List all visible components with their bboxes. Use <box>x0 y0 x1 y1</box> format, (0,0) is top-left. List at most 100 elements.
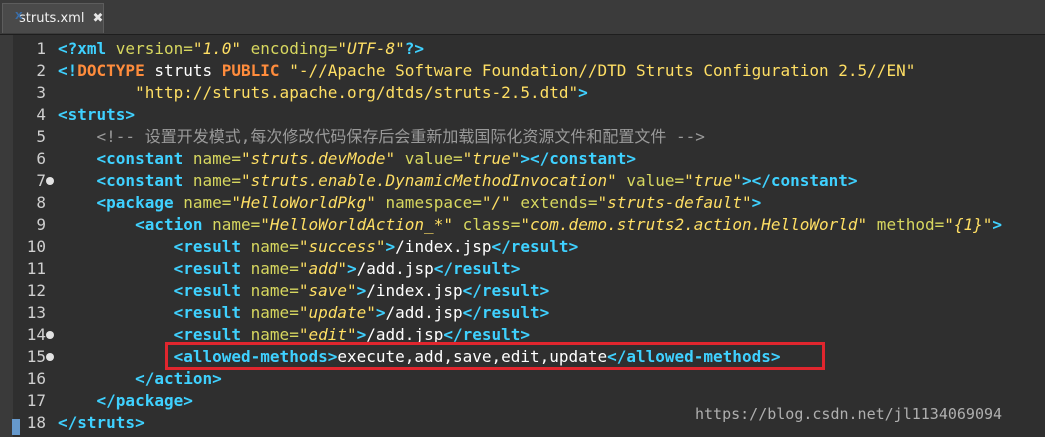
line-number: 12 <box>26 281 46 300</box>
code-token: > <box>375 303 386 322</box>
code-token: name= <box>250 237 299 256</box>
code-token: </action> <box>135 369 222 388</box>
code-line[interactable]: 7 <constant name="struts.enable.DynamicM… <box>0 170 1045 192</box>
code-token: "{1}" <box>944 215 993 234</box>
tab-title: struts.xml <box>19 11 85 26</box>
code-token: DOCTYPE <box>77 61 145 80</box>
line-number: 17 <box>26 391 46 410</box>
code-line[interactable]: 1 <?xml version="1.0" encoding="UTF-8"?> <box>0 38 1045 60</box>
code-token: name= <box>192 171 242 190</box>
code-token: </package> <box>96 391 193 410</box>
code-text: <!-- 设置开发模式,每次修改代码保存后会重新加载国际化资源文件和配置文件 -… <box>58 126 705 148</box>
code-token: extends= <box>510 193 598 212</box>
code-token: /index.jsp <box>366 281 463 300</box>
annotation-highlight-box <box>165 342 825 370</box>
fold-toggle-icon[interactable] <box>46 331 54 339</box>
code-line[interactable]: 5 <!-- 设置开发模式,每次修改代码保存后会重新加载国际化资源文件和配置文件… <box>0 126 1045 148</box>
code-text: <constant name="struts.devMode" value="t… <box>58 148 636 170</box>
code-token: "-//Apache Software Foundation//DTD Stru… <box>289 61 916 80</box>
code-token: "save" <box>298 281 357 300</box>
tab-bar: struts.xml ✖ <box>0 0 1045 35</box>
code-text: <result name="success">/index.jsp</resul… <box>58 236 579 258</box>
code-token: class= <box>452 215 521 234</box>
code-token: </result> <box>462 281 550 300</box>
code-token: name= <box>183 193 232 212</box>
code-token: /index.jsp <box>395 237 492 256</box>
code-line[interactable]: 3 "http://struts.apache.org/dtds/struts-… <box>0 82 1045 104</box>
code-line[interactable]: 9 <action name="HelloWorldAction_*" clas… <box>0 214 1045 236</box>
line-number: 15 <box>26 347 46 366</box>
code-token: </result> <box>491 237 579 256</box>
code-token: ?> <box>404 39 425 58</box>
code-line[interactable]: 6 <constant name="struts.devMode" value=… <box>0 148 1045 170</box>
code-token: method= <box>867 215 945 234</box>
code-token: > <box>578 83 588 102</box>
line-number: 8 <box>36 193 46 212</box>
code-line[interactable]: 2 <!DOCTYPE struts PUBLIC "-//Apache Soft… <box>0 60 1045 82</box>
code-token: </result> <box>462 303 550 322</box>
code-token: <struts> <box>58 105 136 124</box>
code-token: "success" <box>298 237 386 256</box>
code-token: "HelloWorldPkg" <box>231 193 376 212</box>
code-token: "true" <box>684 171 742 190</box>
code-line[interactable]: 8 <package name="HelloWorldPkg" namespac… <box>0 192 1045 214</box>
code-token: "update" <box>298 303 376 322</box>
code-line[interactable]: 13 <result name="update">/add.jsp</resul… <box>0 302 1045 324</box>
tab-struts-xml[interactable]: struts.xml ✖ <box>2 3 104 33</box>
code-line[interactable]: 11 <result name="add">/add.jsp</result> <box>0 258 1045 280</box>
code-token: name= <box>250 281 299 300</box>
code-line[interactable]: 16 </action> <box>0 368 1045 390</box>
code-token: "struts.enable.DynamicMethodInvocation" <box>241 171 617 190</box>
fold-toggle-icon[interactable] <box>46 353 54 361</box>
line-number: 3 <box>36 83 46 102</box>
code-token: "http://struts.apache.org/dtds/struts-2.… <box>135 83 579 102</box>
code-line[interactable]: 4 <struts> <box>0 104 1045 126</box>
code-text: <!DOCTYPE struts PUBLIC "-//Apache Softw… <box>58 60 915 82</box>
code-token: "true" <box>462 149 521 168</box>
code-token: "/" <box>481 193 511 212</box>
code-line[interactable]: 10 <result name="success">/index.jsp</re… <box>0 236 1045 258</box>
code-text: </struts> <box>58 412 145 434</box>
code-token: <constant <box>96 149 193 168</box>
code-token: version= <box>115 39 193 58</box>
code-token: "1.0" <box>192 39 242 58</box>
code-token: name= <box>250 303 299 322</box>
code-token: <package <box>96 193 184 212</box>
code-text: <?xml version="1.0" encoding="UTF-8"?> <box>58 38 424 60</box>
code-token: <action <box>135 215 213 234</box>
code-token: "struts-default" <box>597 193 752 212</box>
code-token: value= <box>395 149 463 168</box>
close-icon[interactable]: ✖ <box>92 11 103 26</box>
code-token: </result> <box>433 259 521 278</box>
code-token: <result <box>173 259 251 278</box>
code-token: struts <box>144 61 222 80</box>
line-number: 13 <box>26 303 46 322</box>
code-text: "http://struts.apache.org/dtds/struts-2.… <box>58 82 588 104</box>
code-token: name= <box>212 215 261 234</box>
code-token: value= <box>616 171 685 190</box>
line-number: 2 <box>36 61 46 80</box>
code-line[interactable]: 12 <result name="save">/index.jsp</resul… <box>0 280 1045 302</box>
line-number: 10 <box>26 237 46 256</box>
line-number: 4 <box>36 105 46 124</box>
code-token: /add.jsp <box>385 303 463 322</box>
code-token: > <box>751 193 762 212</box>
line-number: 18 <box>26 413 46 432</box>
code-token: name= <box>250 259 299 278</box>
code-token: "add" <box>298 259 347 278</box>
fold-toggle-icon[interactable] <box>46 177 54 185</box>
code-text: <result name="add">/add.jsp</result> <box>58 258 521 280</box>
code-editor[interactable]: 1 <?xml version="1.0" encoding="UTF-8"?> 2… <box>0 35 1045 437</box>
code-token: PUBLIC <box>221 61 280 80</box>
